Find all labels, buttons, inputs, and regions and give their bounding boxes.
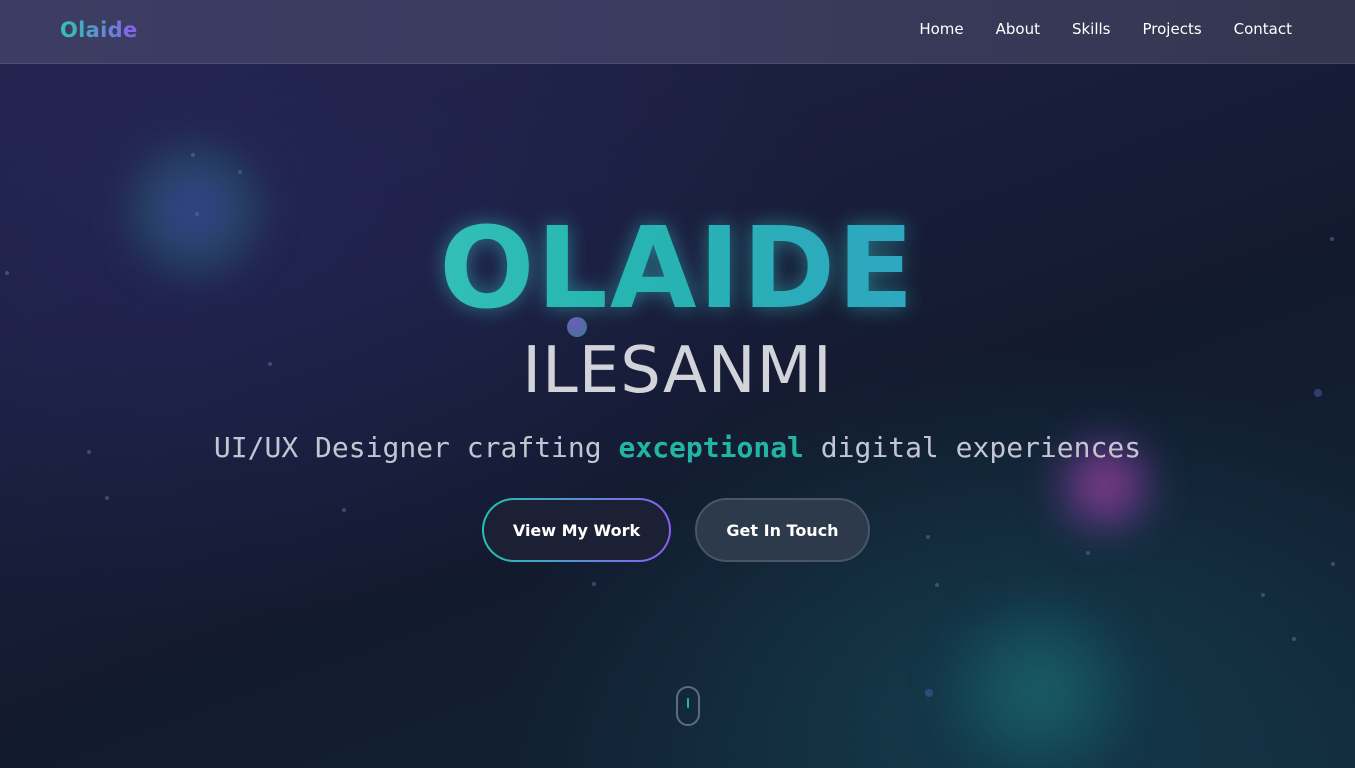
particle-dot <box>342 508 346 512</box>
particle-dot <box>935 583 939 587</box>
hero-tagline: UI/UX Designer crafting exceptional digi… <box>0 430 1355 466</box>
nav-link-projects[interactable]: Projects <box>1143 20 1202 38</box>
particle-dot <box>1331 562 1335 566</box>
nav-link-home[interactable]: Home <box>919 20 963 38</box>
particle-dot <box>1261 593 1265 597</box>
hero-last-name: ILESANMI <box>522 334 833 408</box>
tagline-text: digital experiences <box>803 431 1142 464</box>
particle-dot <box>925 689 933 697</box>
particle-dot <box>105 496 109 500</box>
navbar: Olaide Home About Skills Projects Contac… <box>0 0 1355 64</box>
nav-link-contact[interactable]: Contact <box>1234 20 1292 38</box>
tagline-highlight: exceptional <box>618 431 804 464</box>
particle-dot <box>238 170 242 174</box>
hero-first-name: OLAIDE <box>0 205 1355 333</box>
tagline-text: UI/UX Designer crafting <box>213 431 619 464</box>
scroll-wheel <box>687 698 689 708</box>
particle-dot <box>592 582 596 586</box>
page: Olaide Home About Skills Projects Contac… <box>0 0 1355 768</box>
nav-links: Home About Skills Projects Contact <box>919 20 1292 38</box>
particle-dot <box>1292 637 1296 641</box>
particle-dot <box>1086 551 1090 555</box>
brand-logo[interactable]: Olaide <box>60 18 138 42</box>
particle-dot <box>191 153 195 157</box>
get-in-touch-button[interactable]: Get In Touch <box>695 498 870 562</box>
view-my-work-button[interactable]: View My Work <box>482 498 671 562</box>
particle-dot <box>926 535 930 539</box>
nav-link-about[interactable]: About <box>996 20 1040 38</box>
mouse-scroll-icon[interactable] <box>676 686 700 726</box>
nav-link-skills[interactable]: Skills <box>1072 20 1111 38</box>
decorative-orb <box>940 600 1140 768</box>
